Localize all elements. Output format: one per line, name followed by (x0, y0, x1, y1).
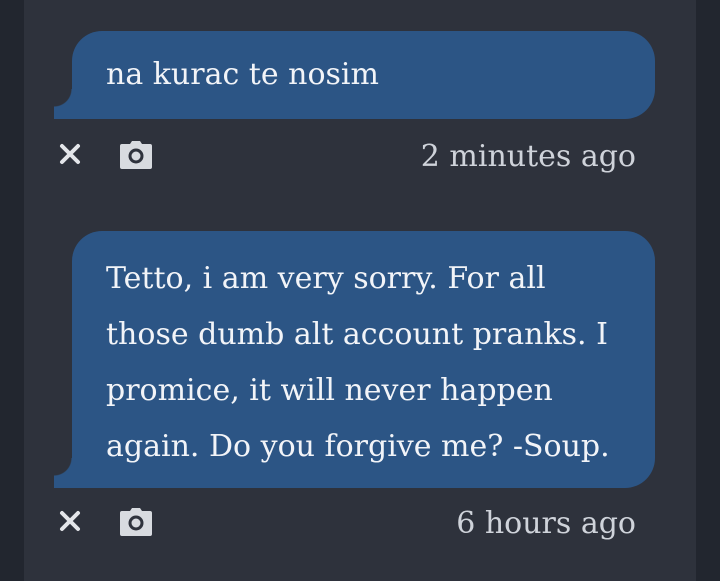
camera-icon[interactable] (119, 507, 153, 541)
message-line: promice, it will never happen (106, 373, 553, 408)
close-icon[interactable] (59, 143, 81, 169)
message-meta-1: 2 minutes ago (56, 129, 636, 185)
timestamp: 2 minutes ago (420, 139, 636, 174)
close-icon[interactable] (59, 510, 81, 536)
message-bubble-1: na kurac te nosim (54, 31, 655, 119)
message-bubble-2: Tetto, i am very sorry. For all those du… (54, 231, 655, 488)
message-meta-2: 6 hours ago (56, 496, 636, 552)
message-line: those dumb alt account pranks. I (106, 317, 608, 352)
camera-icon[interactable] (119, 140, 153, 174)
message-line: again. Do you forgive me? -Soup. (106, 429, 610, 464)
message-line: Tetto, i am very sorry. For all (106, 261, 546, 296)
message-text: na kurac te nosim (106, 57, 379, 92)
timestamp: 6 hours ago (456, 506, 636, 541)
